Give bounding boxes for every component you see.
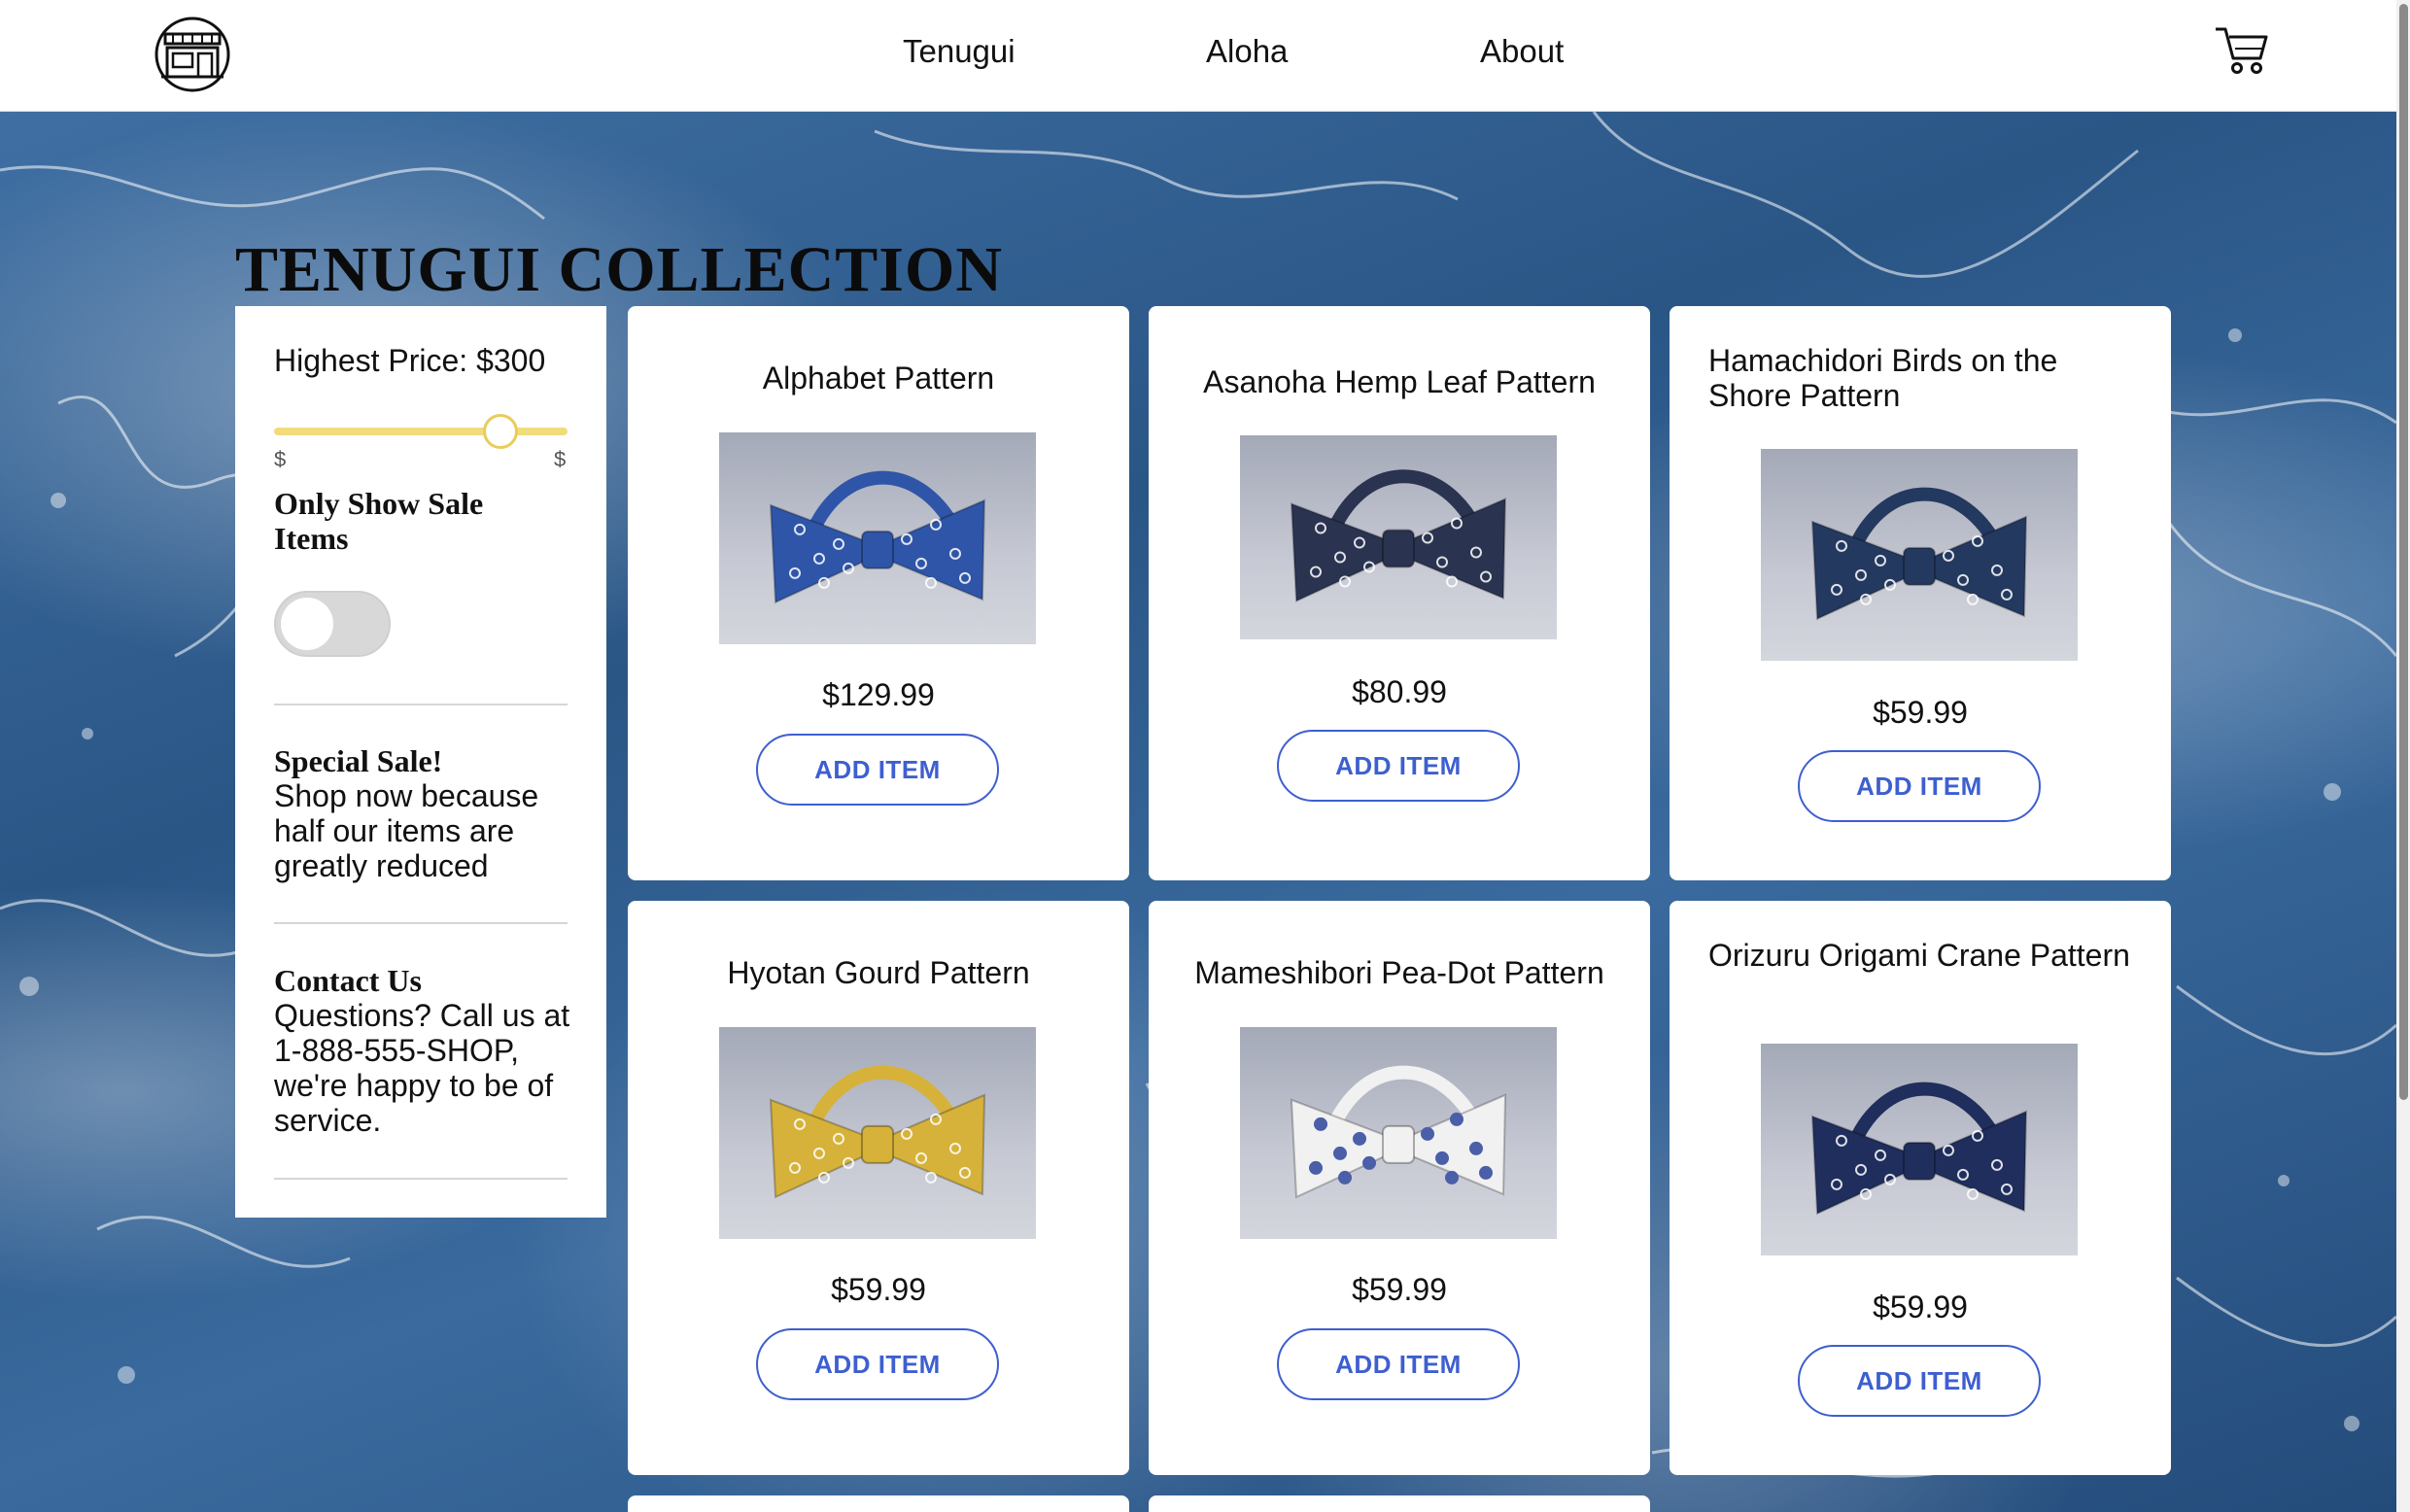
product-card-alphabet: Alphabet Pattern $129.99 ADD ITEM [628, 306, 1129, 880]
product-card-hyotan: Hyotan Gourd Pattern $59.99 ADD ITEM [628, 901, 1129, 1475]
add-item-button[interactable]: ADD ITEM [1798, 750, 2041, 822]
bow-tie-illustration [1290, 1065, 1507, 1199]
price-slider-thumb[interactable] [482, 414, 518, 449]
special-sale-text: Shop now because half our items are grea… [274, 778, 539, 883]
page-title: TENUGUI COLLECTION [235, 234, 1003, 305]
nav-about-link[interactable]: About [1480, 33, 1564, 70]
top-navbar: Tenugui Aloha About [0, 0, 2396, 112]
product-price: $59.99 [831, 1272, 926, 1307]
product-price: $59.99 [1352, 1272, 1447, 1307]
scrollbar-thumb[interactable] [2399, 4, 2408, 1100]
slider-max-label: $ [554, 447, 567, 471]
product-image[interactable] [719, 1027, 1036, 1239]
product-name: Orizuru Origami Crane Pattern [1708, 938, 2130, 973]
toggle-knob [281, 598, 333, 650]
shopping-cart-icon[interactable] [2214, 25, 2270, 76]
slider-min-label: $ [274, 447, 287, 471]
divider [274, 1178, 568, 1180]
special-sale-title: Special Sale! [274, 743, 443, 778]
sale-toggle-label: Only Show Sale Items [274, 486, 484, 556]
add-item-button[interactable]: ADD ITEM [1798, 1345, 2041, 1417]
contact-us-title: Contact Us [274, 963, 422, 998]
add-item-button[interactable]: ADD ITEM [756, 734, 999, 806]
add-item-button[interactable]: ADD ITEM [756, 1328, 999, 1400]
product-name: Mameshibori Pea-Dot Pattern [1194, 955, 1604, 990]
contact-us-text: Questions? Call us at 1-888-555-SHOP, we… [274, 998, 570, 1138]
nav-tenugui-link[interactable]: Tenugui [903, 33, 1016, 70]
divider [274, 704, 568, 705]
product-name: Hyotan Gourd Pattern [727, 955, 1030, 990]
product-name: Alphabet Pattern [762, 361, 995, 395]
bow-tie-illustration [1810, 1082, 2028, 1216]
bow-tie-illustration [1810, 487, 2028, 621]
highest-price-label: Highest Price: $300 [274, 343, 546, 378]
product-name: Asanoha Hemp Leaf Pattern [1203, 364, 1596, 399]
product-price: $129.99 [822, 677, 935, 712]
bow-tie-illustration [1290, 469, 1507, 603]
add-item-button[interactable]: ADD ITEM [1277, 730, 1520, 802]
product-card-orizuru: Orizuru Origami Crane Pattern $59.99 ADD… [1670, 901, 2171, 1475]
product-price: $59.99 [1873, 695, 1968, 730]
product-card-partial [1149, 1495, 1650, 1512]
product-image[interactable] [719, 432, 1036, 644]
nav-aloha-link[interactable]: Aloha [1206, 33, 1288, 70]
product-image[interactable] [1240, 435, 1557, 639]
bow-tie-illustration [769, 470, 986, 604]
product-name: Hamachidori Birds on the Shore Pattern [1708, 343, 2058, 413]
divider [274, 922, 568, 924]
product-image[interactable] [1761, 1044, 2078, 1255]
bow-tie-illustration [769, 1065, 986, 1199]
product-card-asanoha: Asanoha Hemp Leaf Pattern $80.99 ADD ITE… [1149, 306, 1650, 880]
price-slider[interactable] [274, 428, 568, 435]
product-price: $80.99 [1352, 674, 1447, 709]
product-price: $59.99 [1873, 1289, 1968, 1324]
shop-storefront-icon[interactable] [152, 17, 233, 92]
product-image[interactable] [1240, 1027, 1557, 1239]
add-item-button[interactable]: ADD ITEM [1277, 1328, 1520, 1400]
product-image[interactable] [1761, 449, 2078, 661]
sale-items-toggle[interactable] [274, 591, 391, 657]
filter-sidebar: Highest Price: $300 $ $ Only Show Sale I… [235, 306, 606, 1218]
product-card-hamachidori: Hamachidori Birds on the Shore Pattern $… [1670, 306, 2171, 880]
product-card-mameshibori: Mameshibori Pea-Dot Pattern $59.99 ADD I… [1149, 901, 1650, 1475]
product-card-partial [628, 1495, 1129, 1512]
